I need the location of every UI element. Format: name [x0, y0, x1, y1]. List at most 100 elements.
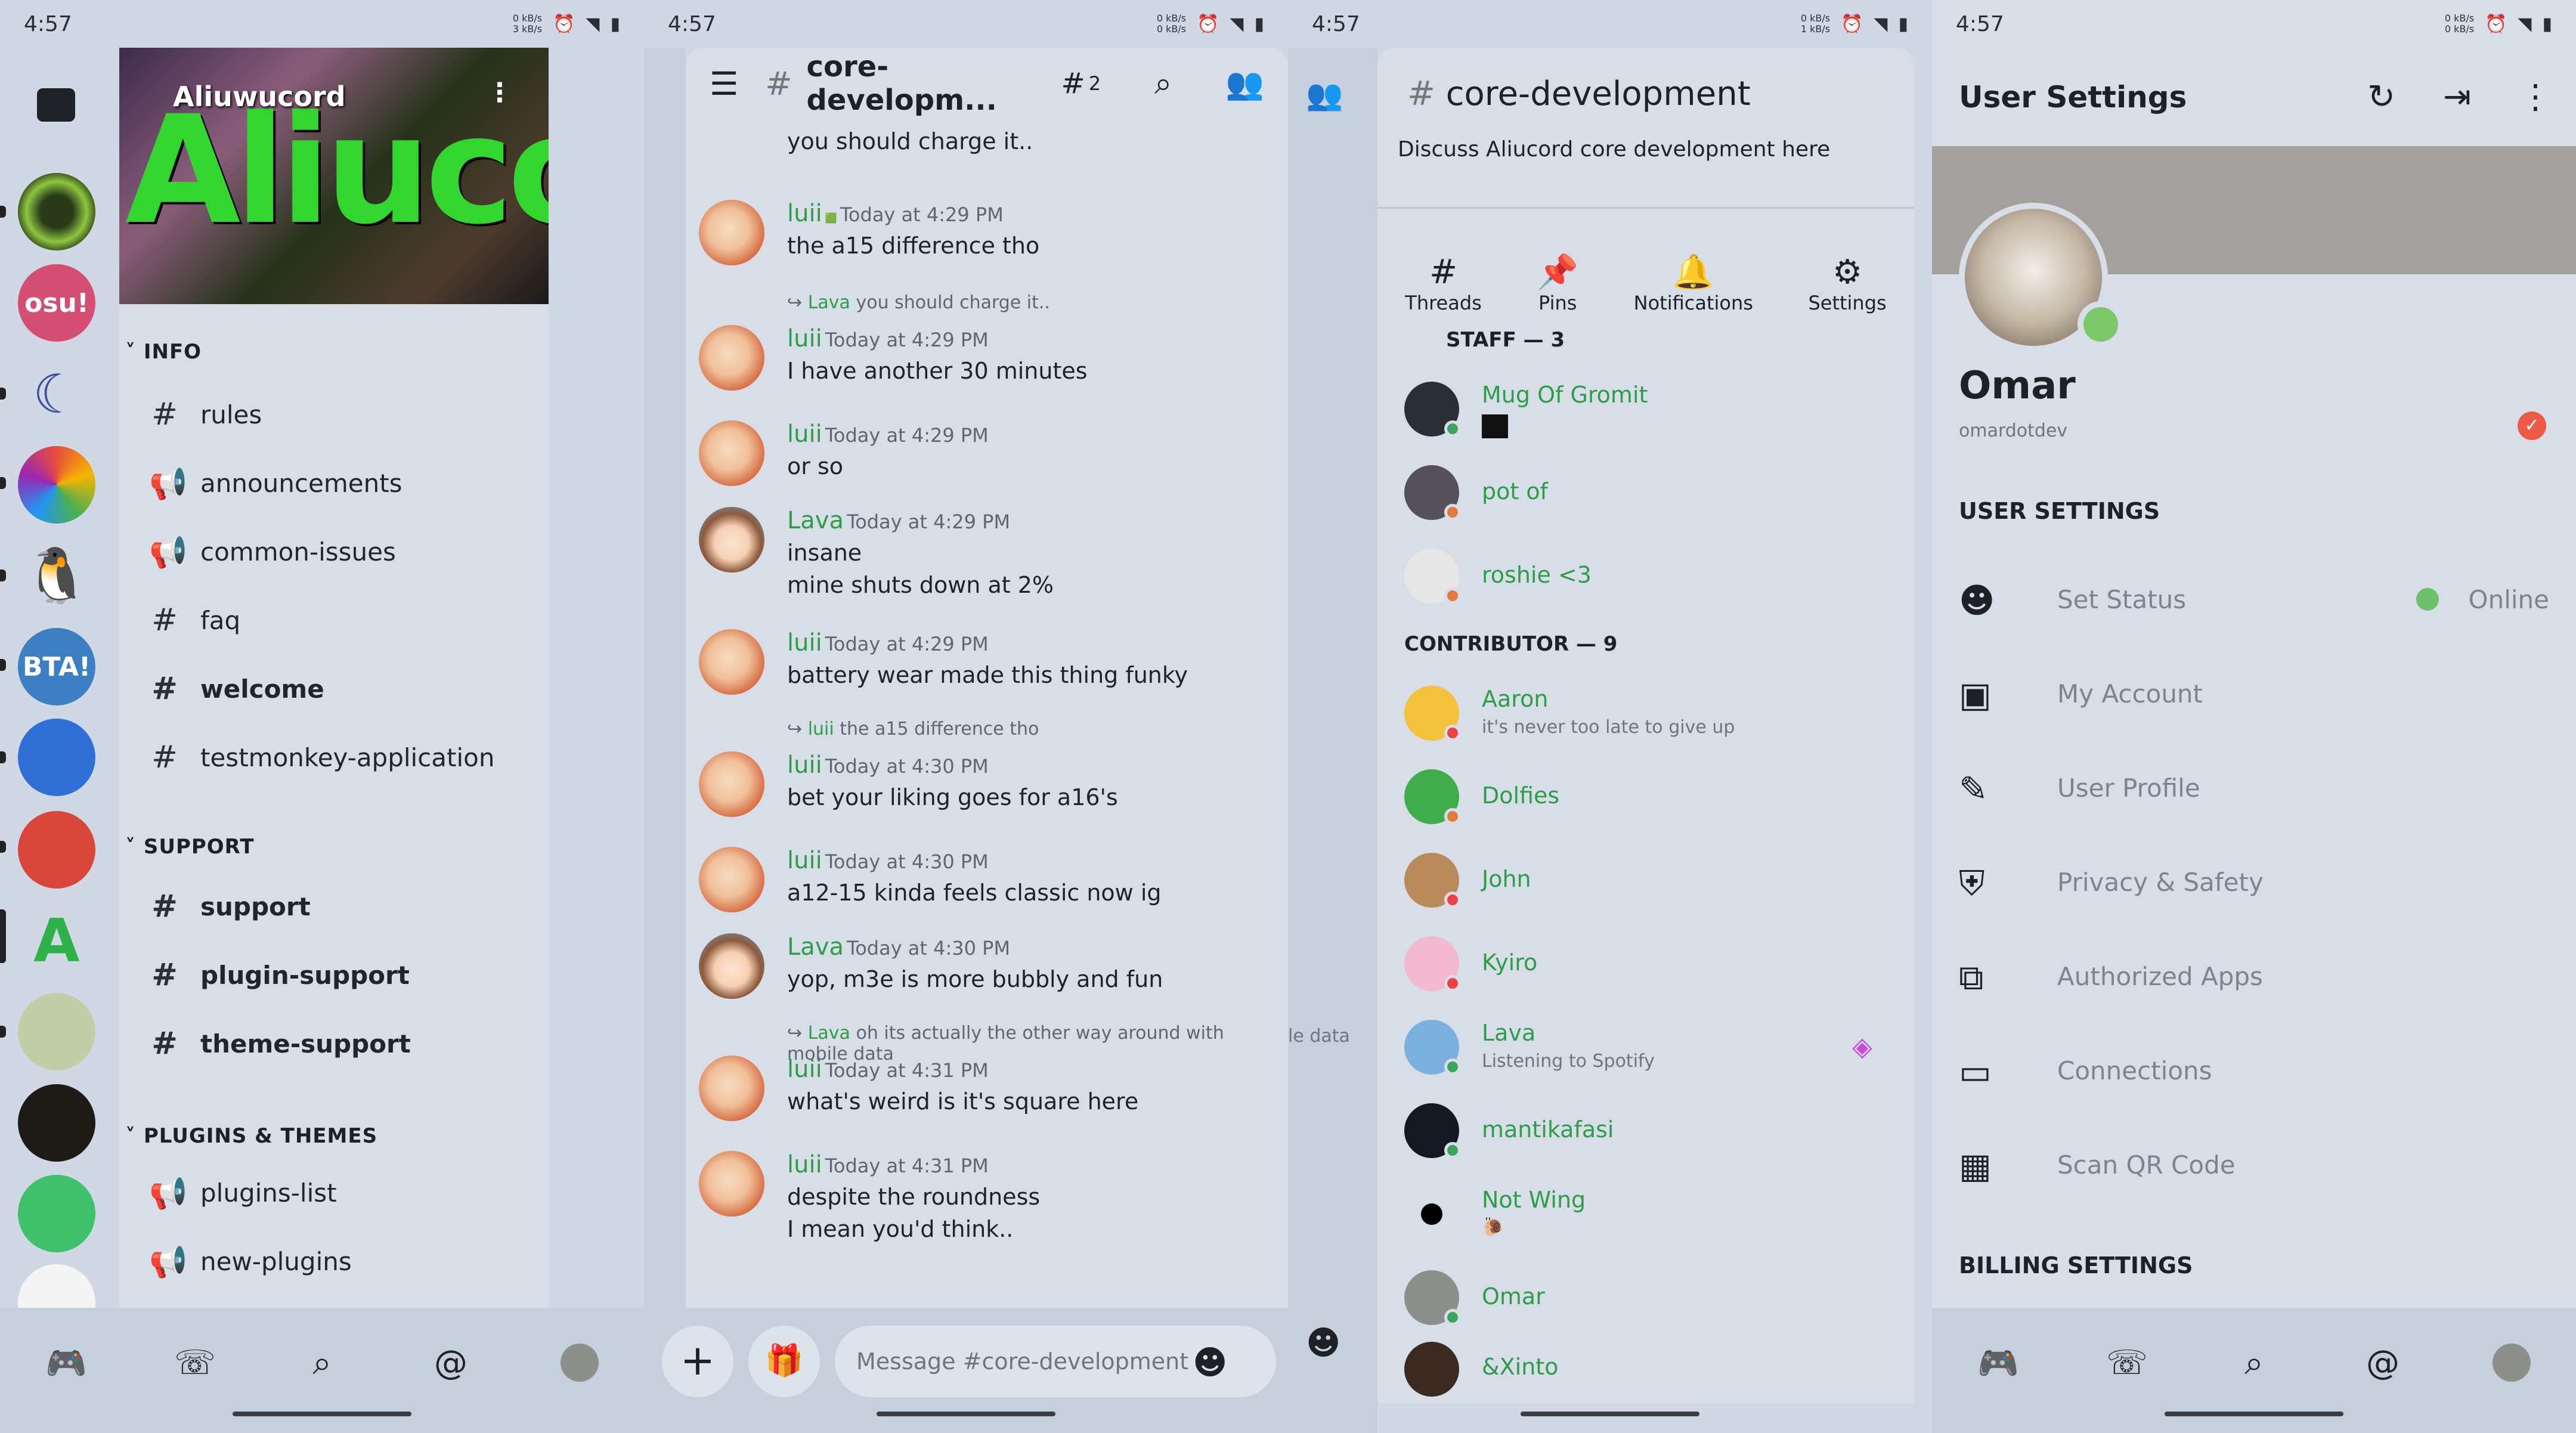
member-row[interactable]: John — [1377, 853, 1914, 924]
dm-button[interactable] — [37, 88, 75, 122]
search-icon[interactable]: ⌕ — [1154, 66, 1172, 102]
emoji-icon[interactable]: ☻ — [1193, 1344, 1227, 1382]
member-row[interactable]: Omar — [1377, 1270, 1914, 1342]
channel-testmonkey-application[interactable]: # testmonkey-application — [149, 739, 494, 775]
channel-rules[interactable]: # rules — [149, 397, 262, 432]
add-attachment-button[interactable]: + — [662, 1326, 733, 1397]
emoji-icon[interactable]: ☻ — [1306, 1324, 1340, 1363]
member-row[interactable]: &Xinto — [1377, 1342, 1914, 1403]
channel-plugin-support[interactable]: # plugin-support — [149, 957, 410, 993]
pin-icon: 📌 — [1537, 253, 1579, 292]
category-plugins-themes[interactable]: ˅ PLUGINS & THEMES — [125, 1124, 377, 1148]
avatar[interactable] — [699, 325, 764, 391]
friends-icon[interactable]: ☏ — [2106, 1344, 2148, 1382]
chat-header: ☰ # core-developm... # 2 ⌕ 👥 — [686, 48, 1288, 119]
channel-plugins-list[interactable]: 📢 plugins-list — [149, 1175, 337, 1211]
hash-icon: # — [151, 889, 178, 924]
channel-welcome[interactable]: # welcome — [149, 671, 324, 707]
member-row[interactable]: Lava Listening to Spotify ◈ — [1377, 1020, 1914, 1091]
server-icon-aliucord[interactable]: A — [18, 902, 95, 979]
authorized-apps-row[interactable]: ⧉ Authorized Apps — [1932, 937, 2576, 1015]
channel-support[interactable]: # support — [149, 889, 310, 924]
member-row[interactable]: Aaron it's never too late to give up — [1377, 686, 1914, 757]
avatar[interactable] — [699, 420, 764, 486]
friends-icon[interactable]: ☏ — [174, 1344, 216, 1382]
chat-peek: 👥 le data ☻ — [1288, 48, 1377, 1433]
server-icon-osu[interactable]: osu! — [18, 264, 95, 342]
threads-icon: # — [1429, 252, 1457, 292]
members-icon[interactable]: 👥 — [1306, 78, 1343, 113]
channel-faq[interactable]: # faq — [149, 602, 240, 638]
profile-badge-icon[interactable]: ✓ — [2518, 411, 2546, 440]
channel-common-issues[interactable]: 📢 common-issues — [149, 534, 396, 570]
server-icon-bta[interactable]: BTA! — [18, 628, 95, 705]
chat-panel: 4:57 0 kB/s 0 kB/s ⏰ ◥ ▮ ☰ # core-developm..… — [644, 0, 1288, 1433]
avatar[interactable] — [561, 1344, 599, 1382]
logout-icon[interactable]: ⇥ — [2443, 78, 2471, 116]
server-icon-moon[interactable]: ☾ — [18, 355, 95, 433]
member-row[interactable]: roshie <3 — [1377, 549, 1914, 620]
channel-announcements[interactable]: 📢 announcements — [149, 465, 402, 502]
avatar[interactable] — [699, 629, 764, 695]
hash-icon: # — [151, 1026, 178, 1061]
avatar[interactable] — [699, 507, 764, 572]
threads-count: 2 — [1088, 72, 1101, 95]
server-icon-pumpkin[interactable] — [18, 1084, 95, 1162]
members-icon[interactable]: 👥 — [1225, 66, 1264, 102]
billing-settings-header: BILLING SETTINGS — [1959, 1252, 2193, 1279]
apps-icon: ⧉ — [1959, 957, 1984, 998]
avatar[interactable] — [699, 1056, 764, 1121]
more-icon[interactable]: ⋮ — [2519, 78, 2552, 116]
home-indicator — [877, 1412, 1055, 1416]
member-row[interactable]: Dolfies — [1377, 769, 1914, 841]
server-icon-lab[interactable] — [18, 173, 95, 250]
server-name[interactable]: Aliuwucord — [173, 81, 346, 113]
category-support[interactable]: ˅ SUPPORT — [125, 835, 255, 859]
server-icon-discord-green[interactable] — [18, 1175, 95, 1252]
server-icon-red[interactable] — [18, 811, 95, 889]
search-icon[interactable]: ⌕ — [303, 1344, 341, 1382]
server-icon-linux[interactable]: 🐧 — [18, 537, 95, 614]
server-menu-icon[interactable]: ⋮ — [487, 78, 513, 108]
threads-icon[interactable]: # — [1061, 67, 1085, 100]
server-icon-apple[interactable] — [18, 719, 95, 796]
set-status-row[interactable]: ☻ Set Status Online — [1932, 561, 2576, 638]
server-icon-cube[interactable] — [18, 446, 95, 524]
member-row[interactable]: pot of — [1377, 465, 1914, 537]
member-row[interactable]: Mug Of Gromit — [1377, 382, 1914, 453]
avatar[interactable] — [699, 847, 764, 912]
pins-action[interactable]: 📌 Pins — [1537, 252, 1578, 314]
avatar[interactable] — [699, 200, 764, 265]
threads-action[interactable]: # Threads — [1405, 253, 1482, 314]
member-row[interactable]: Not Wing 🐌 — [1377, 1187, 1914, 1258]
refresh-icon[interactable]: ↻ — [2367, 78, 2395, 116]
channel-theme-support[interactable]: # theme-support — [149, 1026, 411, 1061]
member-row[interactable]: Kyiro — [1377, 936, 1914, 1008]
mentions-icon[interactable]: @ — [432, 1344, 470, 1382]
settings-action[interactable]: ⚙ Settings — [1808, 253, 1886, 314]
avatar[interactable] — [699, 933, 764, 999]
privacy-safety-row[interactable]: ⛨ Privacy & Safety — [1932, 843, 2576, 921]
user-profile-row[interactable]: ✎ User Profile — [1932, 749, 2576, 827]
home-icon[interactable]: 🎮 — [45, 1344, 87, 1383]
category-info[interactable]: ˅ INFO — [125, 340, 202, 364]
search-icon[interactable]: ⌕ — [2235, 1344, 2273, 1382]
status-bar: 4:57 0 kB/s 0 kB/s ⏰ ◥ ▮ — [668, 11, 1264, 36]
gift-button[interactable]: 🎁 — [748, 1326, 820, 1397]
avatar[interactable] — [699, 1151, 764, 1217]
devices-icon: ▭ — [1959, 1051, 1992, 1092]
home-icon[interactable]: 🎮 — [1977, 1344, 2019, 1383]
scan-qr-row[interactable]: ▦ Scan QR Code — [1932, 1126, 2576, 1203]
avatar[interactable] — [2493, 1344, 2531, 1382]
menu-icon[interactable]: ☰ — [710, 65, 747, 103]
avatar[interactable] — [699, 751, 764, 817]
my-account-row[interactable]: ▣ My Account — [1932, 655, 2576, 732]
server-icon-splat[interactable] — [18, 993, 95, 1070]
mentions-icon[interactable]: @ — [2364, 1344, 2402, 1382]
notifications-action[interactable]: 🔔 Notifications — [1634, 252, 1753, 314]
member-row[interactable]: mantikafasi — [1377, 1103, 1914, 1175]
channel-info: # core-development Discuss Aliucord core… — [1377, 48, 1914, 209]
display-name: Omar — [1959, 364, 2076, 408]
connections-row[interactable]: ▭ Connections — [1932, 1032, 2576, 1109]
channel-new-plugins[interactable]: 📢 new-plugins — [149, 1243, 352, 1280]
